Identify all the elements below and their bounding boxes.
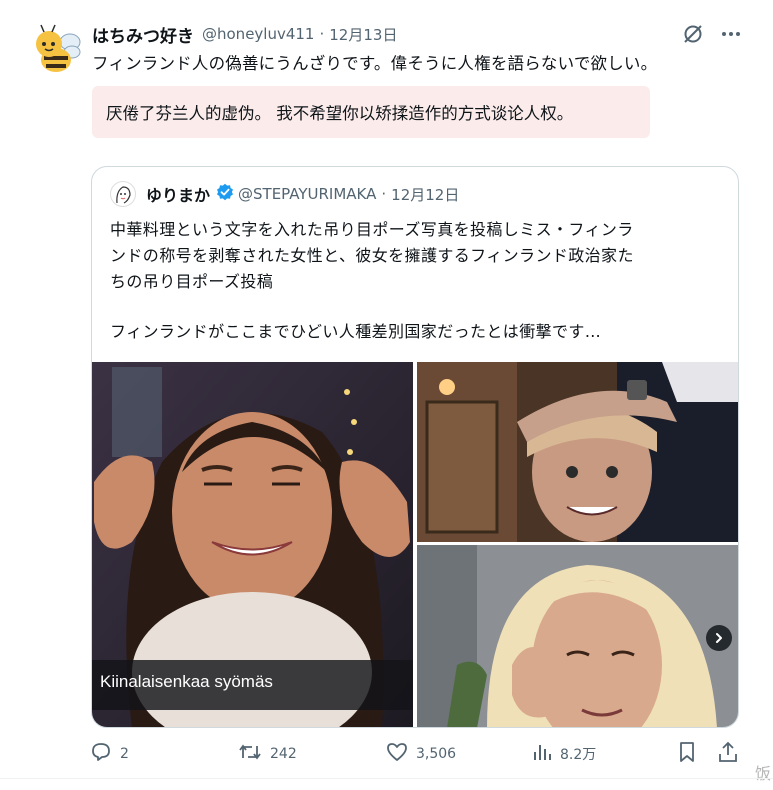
views-icon xyxy=(532,742,552,766)
author-handle[interactable]: @honeyluv411 xyxy=(202,25,314,43)
quoted-tweet[interactable]: ゆりまか @STEPAYURIMAKA · 12月12日 中華料理という文字を入… xyxy=(91,166,739,728)
heart-icon xyxy=(386,741,408,767)
quoted-header: ゆりまか @STEPAYURIMAKA · 12月12日 xyxy=(110,181,459,207)
divider xyxy=(0,778,773,779)
tweet-top-icons xyxy=(681,22,743,46)
quoted-text-line: 中華料理という文字を入れた吊り目ポーズ写真を投稿しミス・フィンラ xyxy=(110,220,634,239)
translation-box: 厌倦了芬兰人的虚伪。 我不希望你以矫揉造作的方式谈论人权。 xyxy=(92,86,650,138)
quoted-text-line: フィンランドがここまでひどい人種差別国家だったとは衝撃です… xyxy=(110,322,602,341)
tweet-header: はちみつ好き @honeyluv411 · 12月13日 xyxy=(92,22,397,47)
tweet-date[interactable]: 12月13日 xyxy=(329,24,397,45)
tweet-text: フィンランド人の偽善にうんざりです。偉そうに人権を語らないで欲しい。 xyxy=(92,54,658,73)
reply-count: 2 xyxy=(120,746,129,762)
image-caption: Kiinalaisenkaa syömäs xyxy=(92,660,413,710)
author-avatar[interactable] xyxy=(30,22,82,74)
like-button[interactable]: 3,506 xyxy=(386,740,456,768)
photo-man-pub[interactable] xyxy=(417,362,738,542)
media-grid: Kiinalaisenkaa syömäs xyxy=(92,362,738,727)
quoted-avatar xyxy=(110,181,136,207)
separator-dot: · xyxy=(381,185,387,203)
action-bar: 2 242 3,506 8.2万 xyxy=(90,740,750,768)
reply-button[interactable]: 2 xyxy=(90,740,129,768)
quoted-text-line: ンドの称号を剥奪された女性と、彼女を擁護するフィンランド政治家た xyxy=(110,246,634,265)
photo-woman-dark-hair[interactable]: Kiinalaisenkaa syömäs xyxy=(92,362,413,727)
quoted-text: 中華料理という文字を入れた吊り目ポーズ写真を投稿しミス・フィンラ ンドの称号を剥… xyxy=(110,217,720,345)
author-name[interactable]: はちみつ好き xyxy=(92,22,194,47)
quoted-author-name[interactable]: ゆりまか xyxy=(146,182,210,206)
quoted-handle[interactable]: @STEPAYURIMAKA xyxy=(238,185,376,203)
grok-icon[interactable] xyxy=(681,22,705,46)
views-button[interactable]: 8.2万 xyxy=(532,740,596,768)
retweet-count: 242 xyxy=(270,746,297,762)
like-count: 3,506 xyxy=(416,746,457,762)
separator-dot: · xyxy=(319,25,325,43)
photo-blonde-woman[interactable] xyxy=(417,545,738,727)
share-button[interactable] xyxy=(718,740,738,768)
view-count: 8.2万 xyxy=(560,747,597,763)
bookmark-icon xyxy=(678,741,696,767)
retweet-button[interactable]: 242 xyxy=(238,740,297,768)
reply-icon xyxy=(90,741,112,767)
bookmark-button[interactable] xyxy=(678,740,696,768)
watermark: 饭 xyxy=(754,764,771,783)
quoted-date[interactable]: 12月12日 xyxy=(391,184,459,205)
more-icon[interactable] xyxy=(719,22,743,46)
chevron-right-icon[interactable] xyxy=(706,625,732,651)
quoted-text-line: ちの吊り目ポーズ投稿 xyxy=(110,272,274,291)
verified-badge-icon xyxy=(216,183,234,205)
share-icon xyxy=(718,741,738,767)
retweet-icon xyxy=(238,741,262,767)
